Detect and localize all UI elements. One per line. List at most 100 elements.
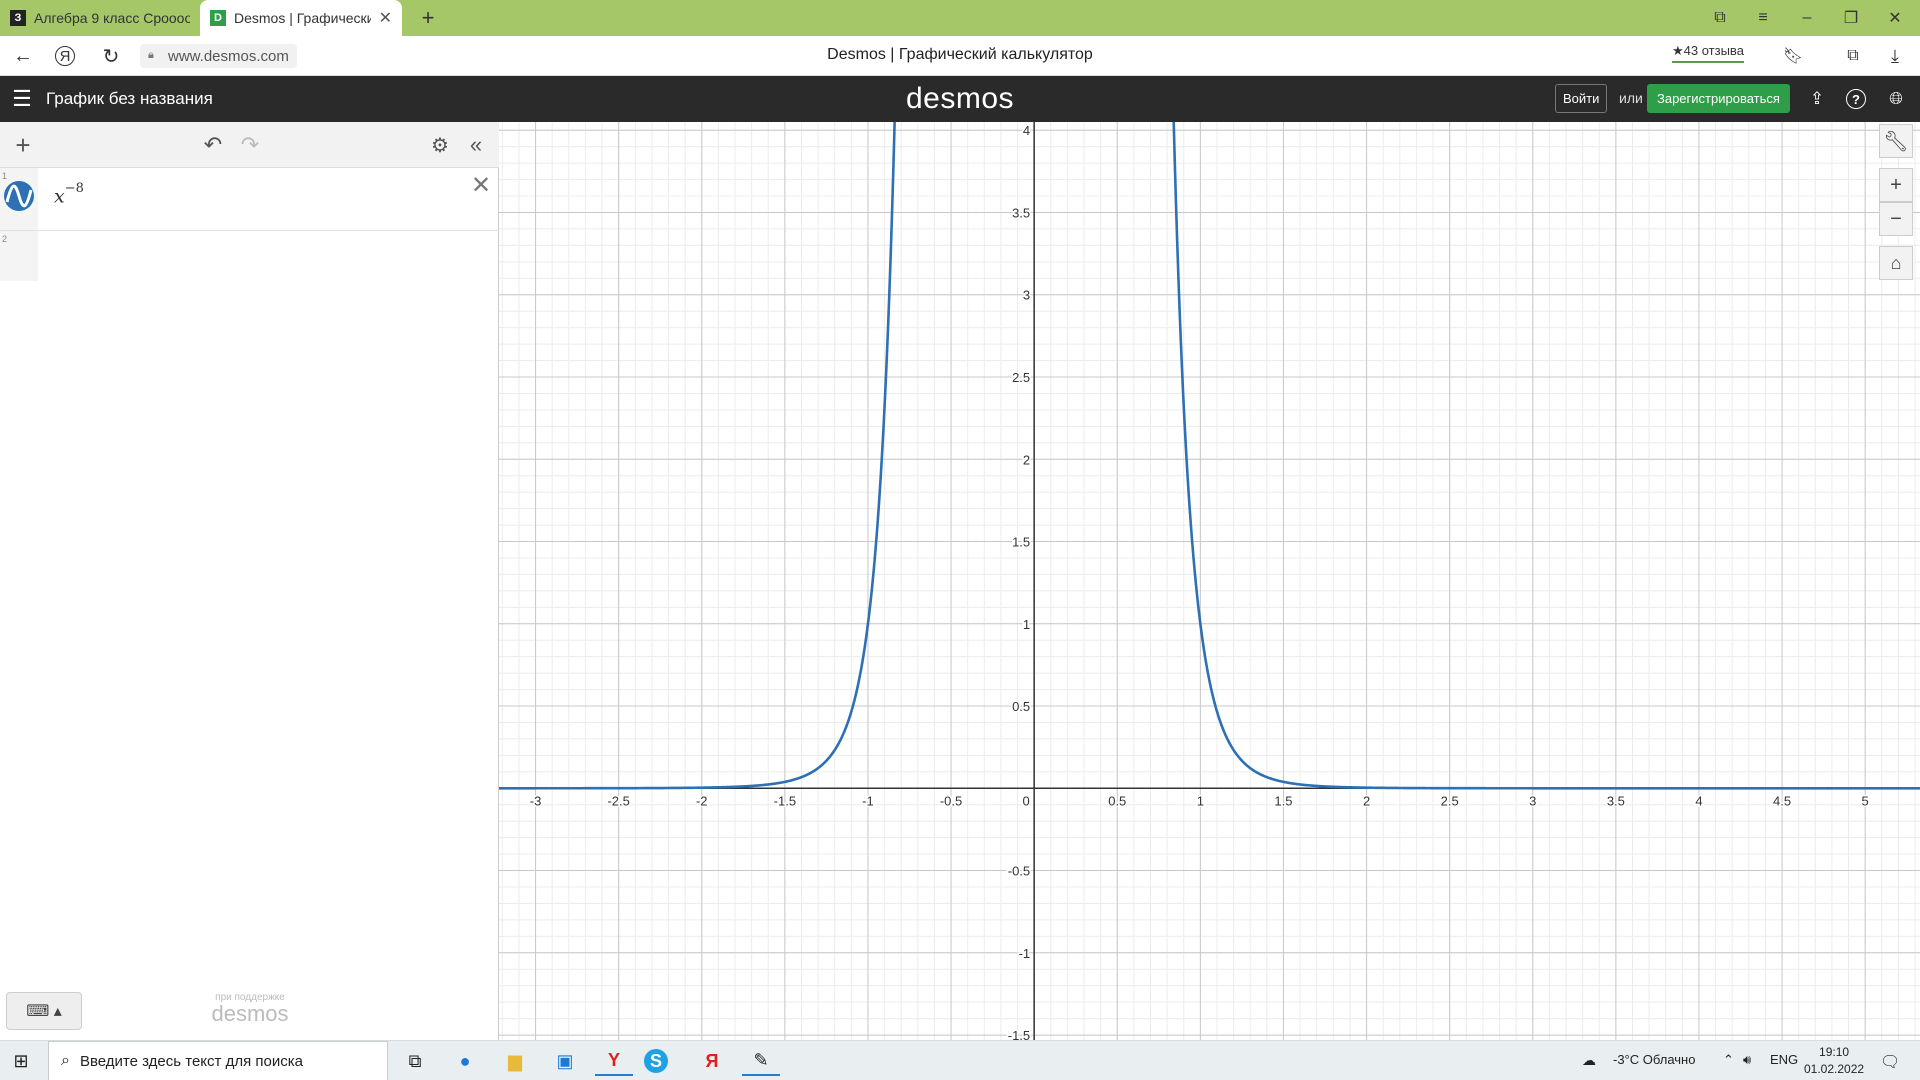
tab-favicon: З (10, 10, 26, 26)
weather-icon[interactable]: ☁︎ (1582, 1052, 1596, 1069)
redo-icon[interactable]: ↷ (237, 132, 263, 158)
zoom-in-button[interactable]: + (1879, 168, 1913, 202)
windows-start-icon[interactable]: ⊞ (2, 1046, 40, 1076)
graph-canvas[interactable]: -3 -2.5 -2 -1.5 -1 -0.5 0 0.5 1 1.5 2 2.5 3 3.5 4 4.5 5 -… (499, 57, 1920, 1045)
share-icon[interactable]: ⇪ (1805, 87, 1829, 111)
axes (499, 122, 1920, 1040)
graph-settings-wrench-icon[interactable]: 🔧︎ (1879, 124, 1913, 158)
notifications-icon[interactable]: 🗨︎ (1880, 1052, 1900, 1072)
x-tick-label: 1.5 (1274, 793, 1292, 808)
powered-by-desmos: при поддержке desmos (208, 992, 292, 1025)
reviews-link[interactable]: ★43 отзыва (1672, 43, 1744, 63)
graph-title[interactable]: График без названия (46, 89, 213, 109)
help-icon[interactable]: ? (1846, 89, 1866, 109)
tab-label: Алгебра 9 класс Срооооо (34, 10, 190, 26)
x-tick-label: 2.5 (1441, 793, 1459, 808)
y-tick-label: 3.5 (1012, 205, 1030, 220)
yandex-icon[interactable]: Я (693, 1046, 731, 1076)
store-icon[interactable]: ▣ (546, 1046, 584, 1076)
yandex-browser-icon[interactable]: Y (595, 1046, 633, 1076)
yandex-icon[interactable]: Я (55, 46, 75, 66)
zoom-out-button[interactable]: − (1879, 202, 1913, 236)
volume-icon[interactable]: 🔊︎ (1743, 1052, 1751, 1068)
x-tick-label: 3.5 (1607, 793, 1625, 808)
tray-overflow-icon[interactable]: ⌃ (1723, 1052, 1734, 1068)
restore-button[interactable]: ❐ (1836, 6, 1866, 30)
collapse-panel-icon[interactable]: « (463, 132, 489, 158)
url-field[interactable]: 🔒︎ www.desmos.com (140, 44, 297, 68)
math-base: x (54, 185, 65, 208)
expression-item[interactable]: 1 x−8 ✕ (0, 168, 499, 231)
clock-time: 19:10 (1819, 1045, 1850, 1059)
task-view-icon[interactable]: ⧉ (396, 1046, 434, 1076)
x-tick-label: 4 (1695, 793, 1702, 808)
y-tick-label: 1.5 (1012, 535, 1030, 550)
x-tick-label: 0 (1023, 793, 1030, 808)
menu-icon[interactable]: ≡ (1748, 6, 1778, 30)
bookmark-icon[interactable]: 🔖︎ (1780, 44, 1806, 68)
signup-button[interactable]: Зарегистрироваться (1647, 84, 1790, 113)
globe-icon[interactable]: 🌐︎ (1884, 87, 1908, 111)
tab-label: Desmos | Графический (234, 10, 371, 26)
clock[interactable]: 19:10 01.02.2022 (1804, 1044, 1864, 1078)
file-explorer-icon[interactable]: ▆ (496, 1046, 534, 1076)
x-tick-label: -2 (696, 793, 708, 808)
collections-icon[interactable]: ⧉ (1840, 44, 1866, 68)
desmos-header: ☰ График без названия desmos Войти или З… (0, 76, 1920, 122)
keyboard-toggle-button[interactable]: ⌨︎ ▴ (6, 992, 82, 1030)
tab-desmos[interactable]: D Desmos | Графический ✕ (200, 0, 402, 36)
search-icon: ⌕ (61, 1052, 70, 1069)
expression-panel: + ↶ ↷ ⚙ « 1 x−8 ✕ 2 ⌨︎ ▴ при поддержке d… (0, 122, 499, 1040)
weather-text[interactable]: -3°C Облачно (1613, 1052, 1695, 1067)
browser-tab-bar: З Алгебра 9 класс Срооооо D Desmos | Гра… (0, 0, 1920, 36)
settings-gear-icon[interactable]: ⚙ (427, 132, 453, 158)
x-tick-label: 1 (1197, 793, 1204, 808)
search-placeholder: Введите здесь текст для поиска (79, 1052, 303, 1070)
tab-algebra[interactable]: З Алгебра 9 класс Срооооо (0, 0, 200, 36)
graph-paper[interactable]: -3 -2.5 -2 -1.5 -1 -0.5 0 0.5 1 1.5 2 2.5 3 3.5 4 4.5 5 -… (499, 57, 1920, 1045)
y-tick-label: 2 (1023, 452, 1030, 467)
y-tick-label: -1 (1019, 946, 1031, 961)
y-tick-label: 3 (1023, 288, 1030, 303)
login-button[interactable]: Войти (1555, 84, 1608, 113)
y-tick-label: 4 (1023, 123, 1030, 138)
home-view-button[interactable]: ⌂ (1879, 246, 1913, 280)
taskbar-search[interactable]: ⌕ Введите здесь текст для поиска (48, 1041, 388, 1080)
x-tick-label: -1 (862, 793, 874, 808)
paint-icon[interactable]: ✎ (742, 1046, 780, 1076)
lock-icon: 🔒︎ (148, 49, 154, 61)
x-tick-label: 5 (1862, 793, 1869, 808)
collections-icon[interactable]: ⧉ (1705, 6, 1735, 30)
tick-labels: -3 -2.5 -2 -1.5 -1 -0.5 0 0.5 1 1.5 2 2.5 3 3.5 4 4.5 5 -… (528, 122, 1870, 1045)
reload-button[interactable]: ↻ (98, 44, 124, 68)
expression-item-empty[interactable]: 2 (0, 231, 499, 281)
clock-date: 01.02.2022 (1804, 1062, 1865, 1076)
skype-icon[interactable]: S (644, 1049, 668, 1073)
minimize-button[interactable]: – (1792, 6, 1822, 30)
or-label: или (1619, 90, 1643, 106)
x-tick-label: -1.5 (774, 793, 796, 808)
expression-index: 2 (2, 234, 8, 244)
delete-expression-icon[interactable]: ✕ (470, 172, 492, 199)
url-text: www.desmos.com (168, 47, 289, 65)
x-tick-label: -2.5 (607, 793, 629, 808)
function-curve[interactable] (499, 57, 1920, 790)
close-window-button[interactable]: ✕ (1880, 6, 1910, 30)
hamburger-menu-icon[interactable]: ☰ (10, 87, 34, 111)
new-tab-button[interactable]: + (415, 5, 441, 30)
close-tab-icon[interactable]: ✕ (379, 8, 392, 28)
expression-toolbar: + ↶ ↷ ⚙ « (0, 122, 499, 168)
x-tick-label: 0.5 (1108, 793, 1126, 808)
expression-gutter: 2 (0, 231, 38, 281)
x-tick-label: 4.5 (1773, 793, 1791, 808)
edge-browser-icon[interactable]: ● (446, 1046, 484, 1076)
download-icon[interactable]: ⤓ (1882, 44, 1908, 68)
math-exponent: −8 (64, 181, 84, 196)
graph-color-toggle-icon[interactable] (3, 180, 35, 212)
add-item-button[interactable]: + (10, 130, 36, 160)
undo-icon[interactable]: ↶ (200, 132, 226, 158)
y-tick-label: 2.5 (1012, 370, 1030, 385)
expression-math[interactable]: x−8 (54, 181, 84, 208)
language-indicator[interactable]: ENG (1770, 1052, 1798, 1067)
back-button[interactable]: ← (10, 44, 36, 68)
